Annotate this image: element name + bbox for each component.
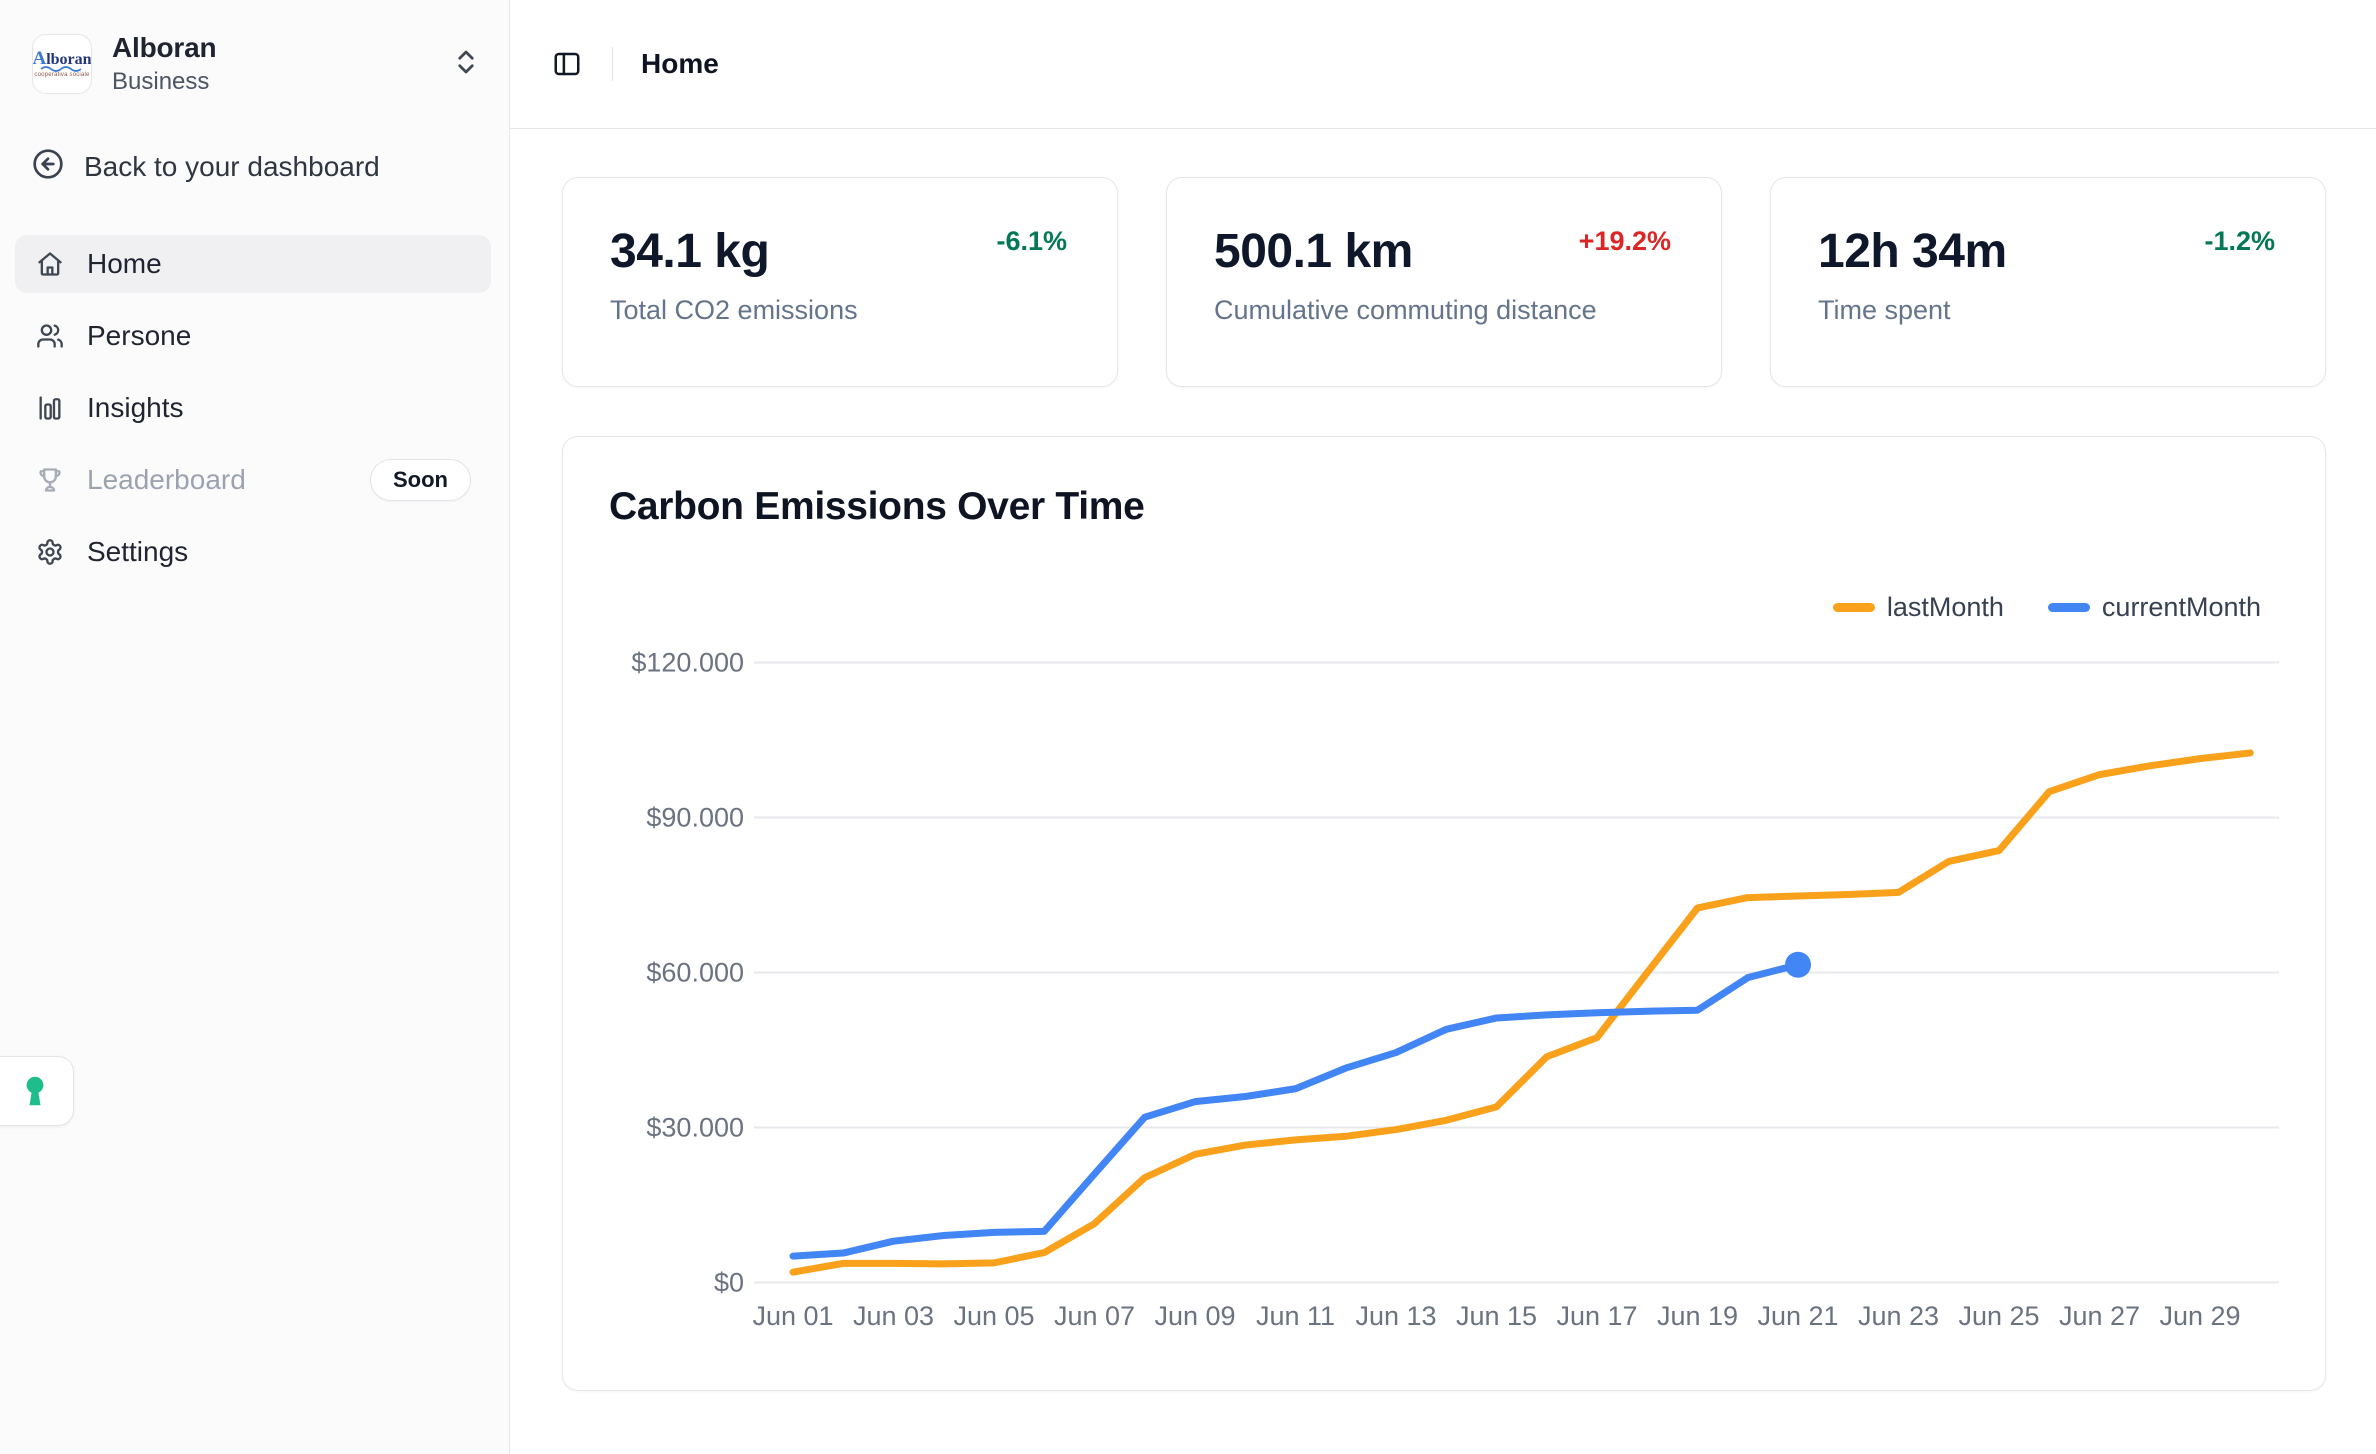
x-axis-tick-label: Jun 01 [752, 1301, 833, 1331]
trophy-icon [35, 466, 65, 494]
workspace-names: Alboran Business [112, 32, 451, 96]
stat-card-co2: 34.1 kg Total CO2 emissions -6.1% [562, 177, 1118, 387]
workspace-logo-subtext: cooperativa sociale [34, 72, 89, 78]
legend-label: lastMonth [1887, 592, 2004, 623]
workspace-switcher[interactable]: Alboran cooperativa sociale Alboran Busi… [0, 0, 509, 96]
sidebar-item-settings[interactable]: Settings [15, 523, 491, 581]
sidebar-item-label: Home [87, 248, 162, 280]
x-axis-tick-label: Jun 05 [953, 1301, 1034, 1331]
x-axis-tick-label: Jun 21 [1757, 1301, 1838, 1331]
sidebar-item-leaderboard: Leaderboard Soon [15, 451, 491, 509]
page-title: Home [641, 48, 719, 80]
sidebar-item-persone[interactable]: Persone [15, 307, 491, 365]
soon-badge: Soon [370, 459, 471, 501]
stat-delta: -6.1% [996, 226, 1067, 257]
circle-arrow-left-icon [32, 148, 64, 185]
legend-item-currentmonth: currentMonth [2048, 592, 2261, 623]
x-axis-tick-label: Jun 11 [1256, 1301, 1335, 1331]
content: 34.1 kg Total CO2 emissions -6.1% 500.1 … [510, 129, 2376, 1391]
sidebar-toggle-button[interactable] [552, 49, 582, 79]
back-to-dashboard-link[interactable]: Back to your dashboard [32, 148, 481, 185]
x-axis-tick-label: Jun 15 [1456, 1301, 1537, 1331]
legend-label: currentMonth [2102, 592, 2261, 623]
stat-label: Time spent [1818, 295, 2279, 326]
sidebar: Alboran cooperativa sociale Alboran Busi… [0, 0, 510, 1454]
stat-card-time: 12h 34m Time spent -1.2% [1770, 177, 2326, 387]
series-line-currentMonth [793, 965, 1798, 1256]
y-axis-tick-label: $120.000 [631, 648, 744, 678]
sidebar-item-label: Settings [87, 536, 188, 568]
x-axis-tick-label: Jun 13 [1355, 1301, 1436, 1331]
bar-chart-icon [35, 394, 65, 422]
legend-swatch-currentmonth [2048, 603, 2090, 612]
series-endpoint-dot-currentMonth [1785, 952, 1811, 978]
back-to-dashboard-label: Back to your dashboard [84, 151, 380, 183]
workspace-logo: Alboran cooperativa sociale [32, 34, 92, 94]
series-line-lastMonth [793, 753, 2250, 1272]
sidebar-item-label: Leaderboard [87, 464, 246, 496]
users-icon [35, 322, 65, 350]
panel-left-icon [552, 49, 582, 79]
app-root: Alboran cooperativa sociale Alboran Busi… [0, 0, 2376, 1454]
stat-label: Cumulative commuting distance [1214, 295, 1675, 326]
legend-item-lastmonth: lastMonth [1833, 592, 2004, 623]
main-area: Home 34.1 kg Total CO2 emissions -6.1% 5… [510, 0, 2376, 1454]
workspace-plan: Business [112, 68, 451, 96]
sidebar-nav: Home Persone Insights Leaderboard So [15, 235, 491, 581]
x-axis-tick-label: Jun 23 [1858, 1301, 1939, 1331]
x-axis-tick-label: Jun 27 [2059, 1301, 2140, 1331]
stat-delta: +19.2% [1579, 226, 1671, 257]
sidebar-item-insights[interactable]: Insights [15, 379, 491, 437]
chart-card: Carbon Emissions Over Time lastMonth cur… [562, 436, 2326, 1391]
x-axis-tick-label: Jun 09 [1154, 1301, 1235, 1331]
x-axis-tick-label: Jun 19 [1657, 1301, 1738, 1331]
x-axis-tick-label: Jun 29 [2159, 1301, 2240, 1331]
chevrons-up-down-icon [451, 47, 481, 82]
home-icon [35, 250, 65, 278]
stat-label: Total CO2 emissions [610, 295, 1071, 326]
chart-legend: lastMonth currentMonth [563, 593, 2261, 621]
workspace-name: Alboran [112, 32, 451, 64]
legend-swatch-lastmonth [1833, 603, 1875, 612]
privacy-keyhole-button[interactable] [0, 1056, 74, 1126]
x-axis-tick-label: Jun 25 [1958, 1301, 2039, 1331]
x-axis-tick-label: Jun 03 [853, 1301, 934, 1331]
y-axis-tick-label: $90.000 [646, 803, 744, 833]
sidebar-item-label: Persone [87, 320, 191, 352]
line-chart: $0 $30.000 $60.000 $90.000 $120.000 Jun 01 Jun… [563, 621, 2326, 1348]
gear-icon [35, 538, 65, 566]
x-axis-tick-label: Jun 17 [1556, 1301, 1637, 1331]
keyhole-icon [17, 1073, 53, 1109]
y-axis-tick-label: $60.000 [646, 958, 744, 988]
logo-wave-icon [40, 65, 84, 72]
stat-card-distance: 500.1 km Cumulative commuting distance +… [1166, 177, 1722, 387]
chart-title: Carbon Emissions Over Time [609, 485, 2279, 529]
stats-row: 34.1 kg Total CO2 emissions -6.1% 500.1 … [562, 177, 2326, 387]
stat-delta: -1.2% [2204, 226, 2275, 257]
y-axis-tick-label: $0 [714, 1268, 744, 1298]
x-axis-tick-label: Jun 07 [1054, 1301, 1135, 1331]
y-axis-tick-label: $30.000 [646, 1113, 744, 1143]
sidebar-item-label: Insights [87, 392, 184, 424]
topbar-divider [612, 47, 613, 81]
sidebar-item-home[interactable]: Home [15, 235, 491, 293]
topbar: Home [510, 0, 2376, 129]
